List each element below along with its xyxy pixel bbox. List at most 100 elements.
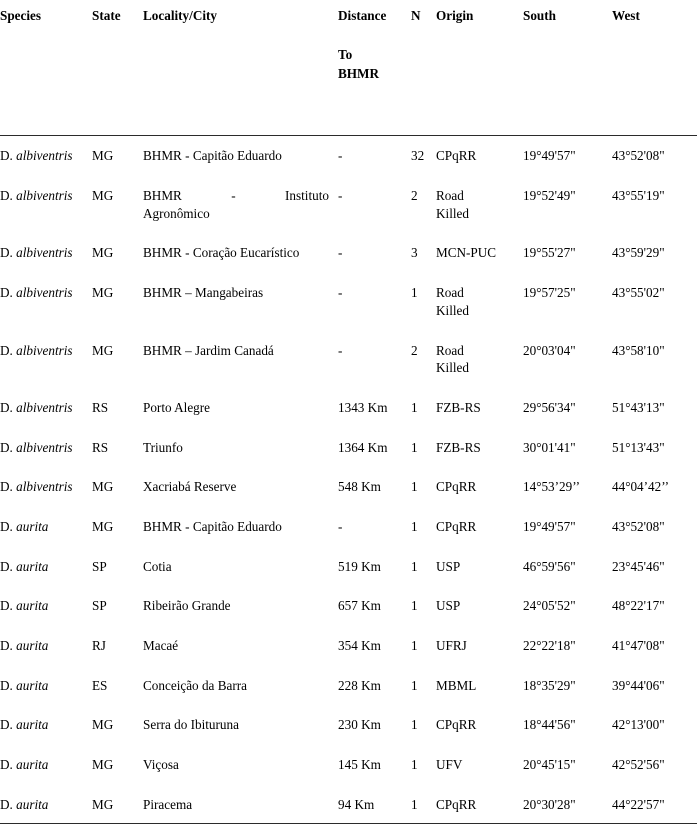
cell-state: ES — [92, 677, 108, 693]
column-header-distance: Distance To BHMR — [335, 0, 408, 137]
species-epithet: aurita — [16, 558, 49, 574]
species-genus-abbr: D. — [0, 439, 13, 455]
cell-west: 48°22'17" — [612, 598, 665, 614]
cell-west: 23°45'46" — [612, 558, 665, 574]
cell-south: 19°55'27" — [523, 245, 576, 261]
cell-locality: BHMR - Capitão Eduardo — [143, 518, 282, 534]
cell-locality: Macaé — [143, 638, 179, 654]
cell-origin: UFV — [436, 757, 463, 773]
column-header-locality-label: Locality/City — [143, 8, 217, 23]
cell-state: RS — [92, 399, 109, 415]
table-row: D. albiventris MG BHMR - Instituto Agronômi… — [0, 176, 697, 233]
origin-line: Killed — [436, 360, 469, 376]
cell-distance: - — [338, 188, 343, 204]
cell-origin: Road Killed — [433, 331, 520, 388]
column-header-distance-sublabel: To BHMR — [338, 45, 402, 83]
cell-origin: UFRJ — [436, 638, 467, 654]
cell-n: 1 — [411, 285, 418, 301]
cell-west: 42°13'00" — [612, 717, 665, 733]
cell-locality: Xacriabá Reserve — [143, 479, 237, 495]
species-epithet: albiventris — [16, 148, 73, 164]
table-row: D. albiventris RS Porto Alegre 1343 Km 1 FZB-… — [0, 388, 697, 428]
origin-line: Killed — [436, 302, 469, 318]
cell-west: 43°52'08" — [612, 518, 665, 534]
species-epithet: aurita — [16, 518, 49, 534]
table-row: D. aurita MG Serra do Ibituruna 230 Km 1 CPqR… — [0, 705, 697, 745]
cell-west: 51°43'13" — [612, 399, 665, 415]
cell-south: 19°52'49" — [523, 188, 576, 204]
cell-origin: CPqRR — [436, 148, 477, 164]
cell-locality: Cotia — [143, 558, 172, 574]
column-header-south-label: South — [523, 8, 556, 23]
species-genus-abbr: D. — [0, 717, 13, 733]
cell-distance: - — [338, 245, 343, 261]
cell-species: D. aurita — [0, 666, 89, 706]
cell-origin: FZB-RS — [436, 399, 481, 415]
column-header-south: South — [520, 0, 609, 137]
cell-species: D. aurita — [0, 547, 89, 587]
cell-n: 1 — [411, 717, 418, 733]
cell-locality: Conceição da Barra — [143, 677, 247, 693]
cell-west: 43°52'08" — [612, 148, 665, 164]
table-row: D. albiventris MG Xacriabá Reserve 548 Km 1 C… — [0, 467, 697, 507]
species-epithet: albiventris — [16, 342, 73, 358]
column-header-state: State — [89, 0, 140, 137]
cell-south: 46°59'56" — [523, 558, 576, 574]
cell-west: 43°59'29" — [612, 245, 665, 261]
cell-origin: USP — [436, 558, 461, 574]
cell-species: D. aurita — [0, 507, 89, 547]
column-header-west: West — [609, 0, 697, 137]
cell-south: 19°57'25" — [523, 285, 576, 301]
cell-locality: BHMR - Instituto Agronômico — [140, 176, 335, 233]
cell-species: D. albiventris — [0, 331, 89, 388]
cell-south: 24°05'52" — [523, 598, 576, 614]
cell-species: D. aurita — [0, 745, 89, 785]
cell-state: MG — [92, 188, 114, 204]
cell-state: MG — [92, 148, 114, 164]
table-header-row: Species State Locality/City Distance To … — [0, 0, 697, 137]
cell-origin: MBML — [436, 677, 477, 693]
table-row: D. albiventris MG BHMR – Mangabeiras -1 Road… — [0, 273, 697, 330]
cell-n: 1 — [411, 479, 418, 495]
cell-state: MG — [92, 479, 114, 495]
cell-n: 2 — [411, 342, 418, 358]
cell-distance: - — [338, 285, 343, 301]
cell-state: MG — [92, 285, 114, 301]
species-epithet: aurita — [16, 796, 49, 812]
cell-state: MG — [92, 757, 114, 773]
species-genus-abbr: D. — [0, 342, 13, 358]
table-row: D. albiventris MG BHMR - Capitão Eduardo -3… — [0, 136, 697, 176]
species-genus-abbr: D. — [0, 796, 13, 812]
cell-south: 20°30'28" — [520, 784, 609, 824]
cell-south: 29°56'34" — [523, 399, 576, 415]
species-epithet: aurita — [16, 638, 49, 654]
cell-west: 51°13'43" — [612, 439, 665, 455]
cell-west: 41°47'08" — [612, 638, 665, 654]
cell-south: 18°44'56" — [523, 717, 576, 733]
species-epithet: albiventris — [16, 479, 73, 495]
table-row: D. albiventris MG BHMR - Coração Eucarísti… — [0, 233, 697, 273]
cell-n: 1 — [411, 638, 418, 654]
cell-species: D. albiventris — [0, 428, 89, 468]
cell-species: D. albiventris — [0, 233, 89, 273]
cell-state: MG — [92, 717, 114, 733]
cell-state: MG — [89, 784, 140, 824]
column-header-origin-label: Origin — [436, 8, 474, 23]
origin-line: Road — [436, 285, 464, 301]
column-header-n-label: N — [411, 8, 421, 23]
cell-species: D. aurita — [0, 705, 89, 745]
cell-distance: 228 Km — [338, 677, 381, 693]
table-row: D. aurita MG Viçosa 145 Km 1 UFV 20°45'15" 42°5… — [0, 745, 697, 785]
cell-n: 1 — [411, 399, 418, 415]
specimen-records-table: Species State Locality/City Distance To … — [0, 0, 697, 824]
cell-species: D. albiventris — [0, 388, 89, 428]
cell-locality: BHMR – Mangabeiras — [143, 285, 264, 301]
cell-state: MG — [92, 245, 114, 261]
cell-n: 1 — [411, 757, 418, 773]
species-epithet: albiventris — [16, 399, 73, 415]
species-epithet: albiventris — [16, 285, 73, 301]
species-epithet: aurita — [16, 598, 49, 614]
cell-species: D. aurita — [0, 586, 89, 626]
cell-locality: Porto Alegre — [143, 399, 211, 415]
cell-n: 1 — [408, 784, 433, 824]
